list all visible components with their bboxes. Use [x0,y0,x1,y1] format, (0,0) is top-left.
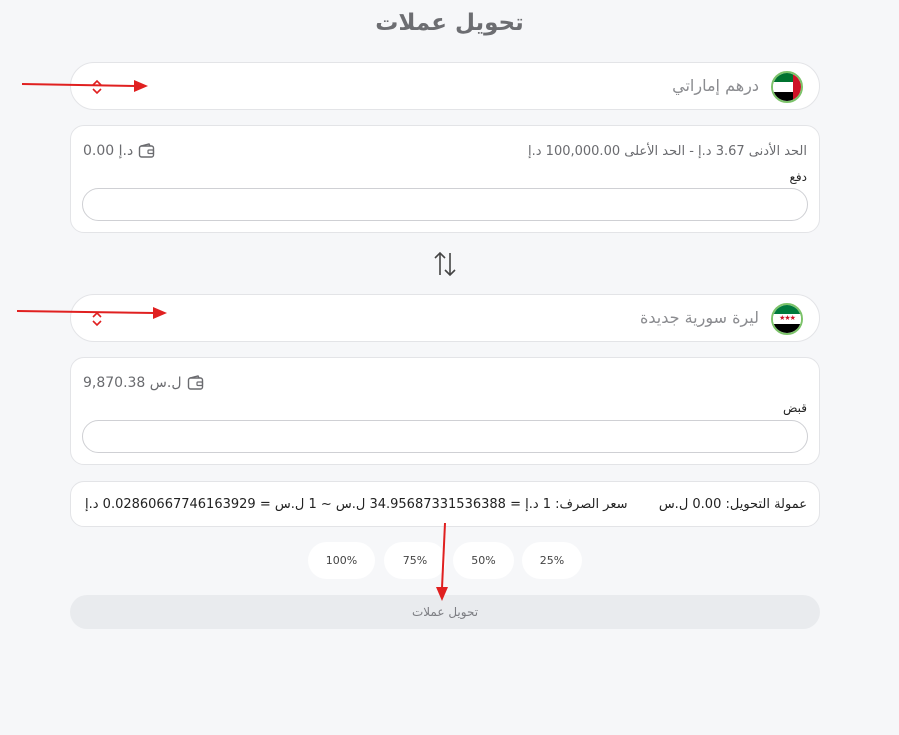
percent-25-button[interactable]: 25% [522,542,582,579]
swap-icon[interactable] [432,250,458,278]
exchange-rate-text: سعر الصرف: 1 د.إ = 34.95687331536388 ل.س… [85,497,628,512]
commission-text: عمولة التحويل: 0.00 ل.س [658,497,807,512]
pay-currency-name: درهم إماراتي [672,76,759,95]
receive-currency-name: ليرة سورية جديدة [639,308,759,327]
rate-info-card: عمولة التحويل: 0.00 ل.س سعر الصرف: 1 د.إ… [70,481,820,527]
uae-flag-icon [771,71,803,103]
pay-amount-card: الحد الأدنى 3.67 د.إ - الحد الأعلى 100,0… [70,125,820,233]
syria-flag-icon: ★★★ [771,303,803,335]
receive-amount-card: 9,870.38 ل.س قبض [70,357,820,465]
receive-currency-select[interactable]: ★★★ ليرة سورية جديدة [70,294,820,342]
percent-50-button[interactable]: 50% [453,542,514,579]
percent-100-button[interactable]: 100% [308,542,375,579]
page-title: تحويل عملات [375,10,524,36]
chevron-up-down-icon[interactable] [91,309,103,329]
pay-balance-value: 0.00 د.إ [83,143,134,159]
pay-limits: الحد الأدنى 3.67 د.إ - الحد الأعلى 100,0… [528,144,807,159]
pay-currency-select[interactable]: درهم إماراتي [70,62,820,110]
convert-button[interactable]: تحويل عملات [70,595,820,629]
receive-field-label: قبض [782,401,807,415]
receive-balance: 9,870.38 ل.س [83,375,204,391]
pay-field-label: دفع [789,170,807,184]
chevron-up-down-icon[interactable] [91,77,103,97]
receive-balance-value: 9,870.38 ل.س [83,375,182,391]
pay-balance: 0.00 د.إ [83,143,155,159]
percent-75-button[interactable]: 75% [384,542,446,579]
wallet-icon [187,375,203,390]
pay-amount-input[interactable] [82,188,808,221]
receive-amount-input[interactable] [82,420,808,453]
wallet-icon [139,143,155,158]
